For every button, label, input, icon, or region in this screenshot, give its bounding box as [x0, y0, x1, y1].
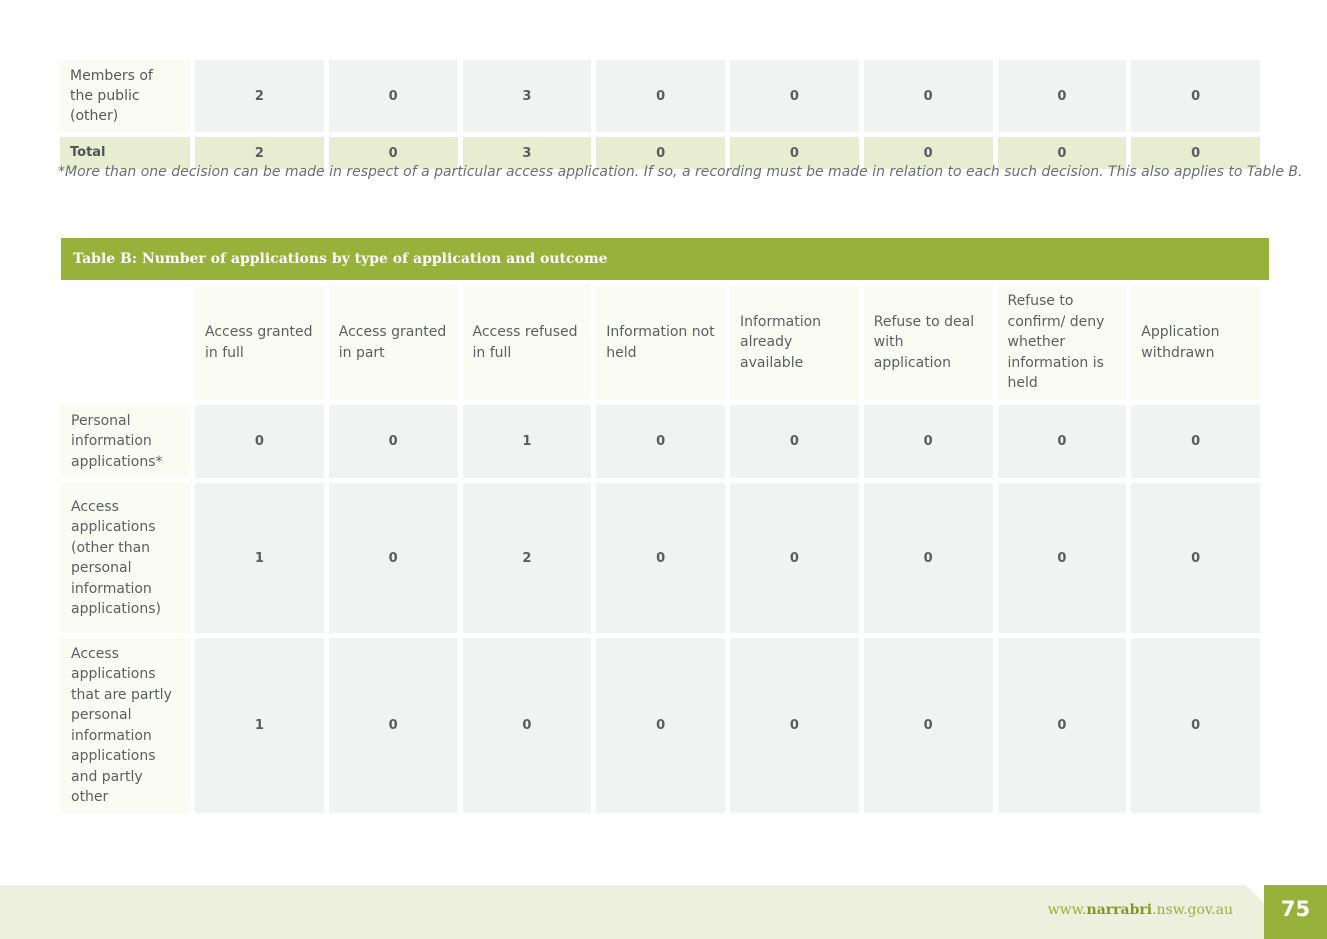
- cell-value: 0: [596, 638, 725, 813]
- table-row: Members of the public (other) 2 0 3 0 0 …: [60, 60, 1260, 132]
- table-row: Personal information applications* 0 0 1…: [60, 405, 1260, 478]
- cell-value: 0: [462, 638, 592, 813]
- cell-value: 0: [1131, 638, 1260, 813]
- cell-value: 3: [462, 60, 592, 132]
- table-b-title: Table B: Number of applications by type …: [61, 238, 1269, 280]
- cell-value: 0: [328, 483, 458, 633]
- footer-website-link[interactable]: www.narrabri.nsw.gov.au: [1048, 902, 1233, 918]
- page-number: 75: [1280, 897, 1311, 921]
- table-row: Access applications (other than personal…: [60, 483, 1260, 633]
- cell-value: 0: [863, 638, 993, 813]
- cell-value: 0: [997, 638, 1127, 813]
- cell-value: 1: [195, 483, 324, 633]
- url-suffix: .nsw.gov.au: [1152, 902, 1233, 918]
- cell-value: 0: [596, 483, 725, 633]
- row-label: Members of the public (other): [60, 60, 190, 132]
- table-header-row: Access granted in full Access granted in…: [60, 285, 1260, 400]
- cell-value: 0: [596, 60, 725, 132]
- cell-value: 1: [462, 405, 592, 478]
- column-header: Access granted in full: [195, 285, 324, 400]
- page-tab-notch: [1246, 885, 1264, 903]
- cell-value: 0: [1131, 405, 1260, 478]
- cell-value: 0: [997, 483, 1127, 633]
- cell-value: 0: [1131, 483, 1260, 633]
- column-header: Refuse to deal with application: [863, 285, 993, 400]
- cell-value: 0: [863, 60, 993, 132]
- column-header: Access refused in full: [462, 285, 592, 400]
- column-header: Access granted in part: [328, 285, 458, 400]
- table-b: Access granted in full Access granted in…: [55, 280, 1265, 818]
- column-header: Refuse to confirm/ deny whether informat…: [997, 285, 1127, 400]
- cell-value: 2: [195, 60, 324, 132]
- cell-value: 0: [328, 405, 458, 478]
- cell-value: 0: [863, 405, 993, 478]
- cell-value: 0: [730, 60, 859, 132]
- row-label: Access applications that are partly pers…: [60, 638, 190, 813]
- url-bold: narrabri: [1086, 902, 1153, 918]
- table-row: Access applications that are partly pers…: [60, 638, 1260, 813]
- cell-value: 0: [328, 60, 458, 132]
- cell-value: 0: [730, 405, 859, 478]
- column-header: Information already available: [730, 285, 859, 400]
- cell-value: 1: [195, 638, 324, 813]
- cell-value: 0: [863, 483, 993, 633]
- row-label: Access applications (other than personal…: [60, 483, 190, 633]
- footnote: *More than one decision can be made in r…: [58, 164, 1303, 180]
- cell-value: 0: [730, 638, 859, 813]
- cell-value: 0: [997, 405, 1127, 478]
- url-prefix: www.: [1047, 902, 1087, 918]
- column-header: Application withdrawn: [1131, 285, 1260, 400]
- cell-value: 0: [997, 60, 1127, 132]
- cell-value: 0: [596, 405, 725, 478]
- row-label: Personal information applications*: [60, 405, 190, 478]
- cell-value: 2: [462, 483, 592, 633]
- cell-value: 0: [730, 483, 859, 633]
- cell-value: 0: [195, 405, 324, 478]
- cell-value: 0: [328, 638, 458, 813]
- corner-cell: [60, 285, 190, 400]
- table-a-continued: Members of the public (other) 2 0 3 0 0 …: [55, 55, 1265, 174]
- column-header: Information not held: [596, 285, 725, 400]
- cell-value: 0: [1131, 60, 1260, 132]
